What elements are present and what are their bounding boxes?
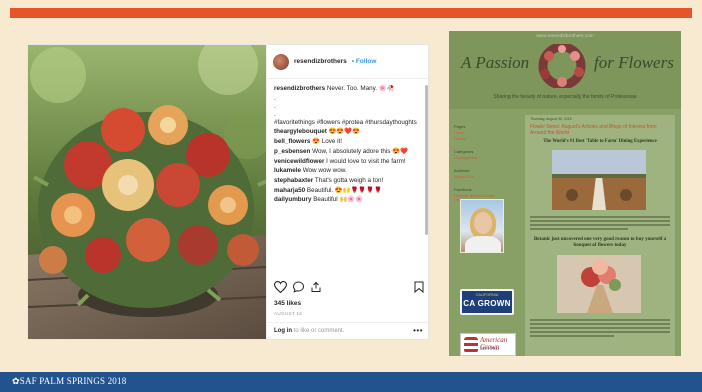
- caption-dot: .: [274, 110, 276, 118]
- sidebar-heading: Pages: [454, 124, 466, 129]
- comment-text: That's gotta weigh a ton!: [314, 176, 384, 184]
- american-grown-sub: CERTIFIED: [480, 347, 499, 351]
- sidebar-link[interactable]: Uncategorized: [454, 156, 506, 160]
- comment-item: dailyumbury Beautiful 🙌🌸🌸: [274, 196, 422, 204]
- comment-username[interactable]: venicewildflower: [274, 158, 324, 165]
- login-prompt: Log in to like or comment.: [274, 328, 344, 334]
- sidebar-link[interactable]: Contact: [454, 137, 506, 141]
- footer-label: SAF PALM SPRINGS 2018: [19, 376, 127, 386]
- comment-item: theargylebouquet 😍😍❤️😍: [274, 128, 422, 136]
- action-bar: [274, 281, 424, 295]
- flower-wreath-icon: [538, 44, 586, 88]
- login-row: Log in to like or comment. •••: [267, 322, 428, 339]
- footer-text: ✿SAF PALM SPRINGS 2018: [12, 376, 126, 387]
- more-options-icon[interactable]: •••: [413, 326, 423, 335]
- post-username[interactable]: resendizbrothers: [294, 58, 347, 65]
- ca-grown-badge-top: CALIFORNIA: [475, 293, 499, 297]
- comment-text: 😍 Love it!: [312, 138, 343, 146]
- post-photo[interactable]: [28, 45, 266, 339]
- ca-grown-badge-label: CA GROWN: [463, 299, 511, 308]
- comments-list: resendizbrothers Never. Too. Many. 🌸🥀 . …: [274, 85, 422, 275]
- post-date-label: Thursday, August 30, 2018: [530, 117, 572, 121]
- comment-username[interactable]: lukamele: [274, 167, 301, 174]
- profile-photo: [460, 199, 504, 253]
- comment-text: 😍😍❤️😍: [328, 128, 360, 136]
- sidebar-link[interactable]: August 2018: [454, 175, 506, 179]
- comment-username[interactable]: dailyumbury: [274, 196, 311, 203]
- follow-button[interactable]: • Follow: [352, 58, 377, 65]
- flag-icon: [464, 337, 478, 353]
- blog-sidebar: Pages Home Contact Categories Uncategori…: [454, 116, 506, 202]
- caption-text: Never. Too. Many. 🌸🥀: [326, 85, 395, 92]
- comment-username[interactable]: maharja50: [274, 187, 305, 194]
- comment-username[interactable]: bell_flowers: [274, 138, 310, 145]
- post-heading[interactable]: Flower News: August's Articles and Blogs…: [530, 124, 670, 136]
- heart-icon[interactable]: [274, 281, 287, 293]
- instagram-sidebar: resendizbrothers • Follow resendizbrothe…: [266, 45, 428, 339]
- blog-tagline: Sharing the beauty of nature, especially…: [493, 94, 637, 100]
- post-subheading-2: Botanic just uncovered one very good rea…: [533, 237, 667, 248]
- avatar[interactable]: [273, 53, 289, 70]
- caption-dot: .: [274, 102, 276, 110]
- comment-username[interactable]: theargylebouquet: [274, 128, 327, 135]
- share-icon[interactable]: [310, 281, 322, 293]
- comment-text: I would love to visit the farm!: [326, 157, 406, 165]
- post-paragraph: [530, 319, 670, 339]
- caption: resendizbrothers Never. Too. Many. 🌸🥀: [274, 85, 422, 93]
- comment-text: Beautiful 🙌🌸🌸: [313, 196, 363, 204]
- blog-title-right: for Flowers: [594, 53, 674, 72]
- post-paragraph: [530, 216, 670, 232]
- comment-item: stephabaxter That's gotta weigh a ton!: [274, 177, 422, 185]
- blog-post: Thursday, August 30, 2018 Flower News: A…: [525, 115, 675, 356]
- caption-dot: .: [274, 94, 276, 102]
- farm-dining-image: [552, 150, 646, 210]
- hashtags[interactable]: #favoritethings #flowers #protea #thursd…: [274, 119, 422, 127]
- sidebar-heading: Categories: [454, 149, 474, 154]
- caption-username[interactable]: resendizbrothers: [274, 85, 325, 92]
- top-accent-bar: [10, 8, 692, 18]
- comment-item: bell_flowers 😍 Love it!: [274, 138, 422, 146]
- sidebar-link[interactable]: Home: [454, 131, 506, 135]
- comment-icon[interactable]: [292, 281, 305, 293]
- american-grown-badge[interactable]: American Grown CERTIFIED: [460, 333, 516, 356]
- blog-screenshot: www.resendizbrothers.com A Passion for F…: [449, 31, 681, 356]
- post-header: resendizbrothers • Follow: [267, 45, 428, 79]
- post-date: AUGUST 16: [274, 311, 303, 316]
- comment-item: lukamele Wow wow wow.: [274, 167, 422, 175]
- ca-grown-badge[interactable]: CALIFORNIA CA GROWN: [460, 289, 514, 315]
- comment-username[interactable]: stephabaxter: [274, 177, 313, 184]
- blog-url[interactable]: www.resendizbrothers.com: [449, 34, 681, 39]
- bookmark-icon[interactable]: [414, 281, 424, 293]
- sidebar-heading: Facebook: [454, 187, 472, 192]
- blog-title-left: A Passion: [461, 53, 530, 72]
- comment-username[interactable]: p_esbensen: [274, 148, 310, 155]
- comment-text: Beautiful. 😍🙌🌹🌹🌹🌹: [306, 186, 382, 194]
- comment-item: p_esbensen Wow, I absolutely adore this …: [274, 148, 422, 156]
- bouquet-image: [557, 255, 641, 313]
- instagram-post: resendizbrothers • Follow resendizbrothe…: [27, 44, 429, 340]
- saf-logo-icon: ✿: [12, 376, 20, 386]
- login-rest-text: to like or comment.: [293, 328, 345, 334]
- comment-text: Wow, I absolutely adore this 😍❤️: [312, 147, 408, 155]
- comment-text: Wow wow wow.: [302, 167, 347, 175]
- photo-face: [474, 212, 492, 234]
- likes-count[interactable]: 345 likes: [274, 300, 301, 307]
- comment-item: maharja50 Beautiful. 😍🙌🌹🌹🌹🌹: [274, 187, 422, 195]
- post-subheading: The World's #1 Best 'Table to Farm' Dini…: [543, 139, 657, 144]
- comments-scrollbar[interactable]: [425, 85, 428, 235]
- photo-body: [465, 236, 501, 252]
- flower-arrangement-image: [28, 45, 266, 339]
- login-link[interactable]: Log in: [274, 328, 292, 334]
- sidebar-heading: Archives: [454, 168, 470, 173]
- comment-item: venicewildflower I would love to visit t…: [274, 158, 422, 166]
